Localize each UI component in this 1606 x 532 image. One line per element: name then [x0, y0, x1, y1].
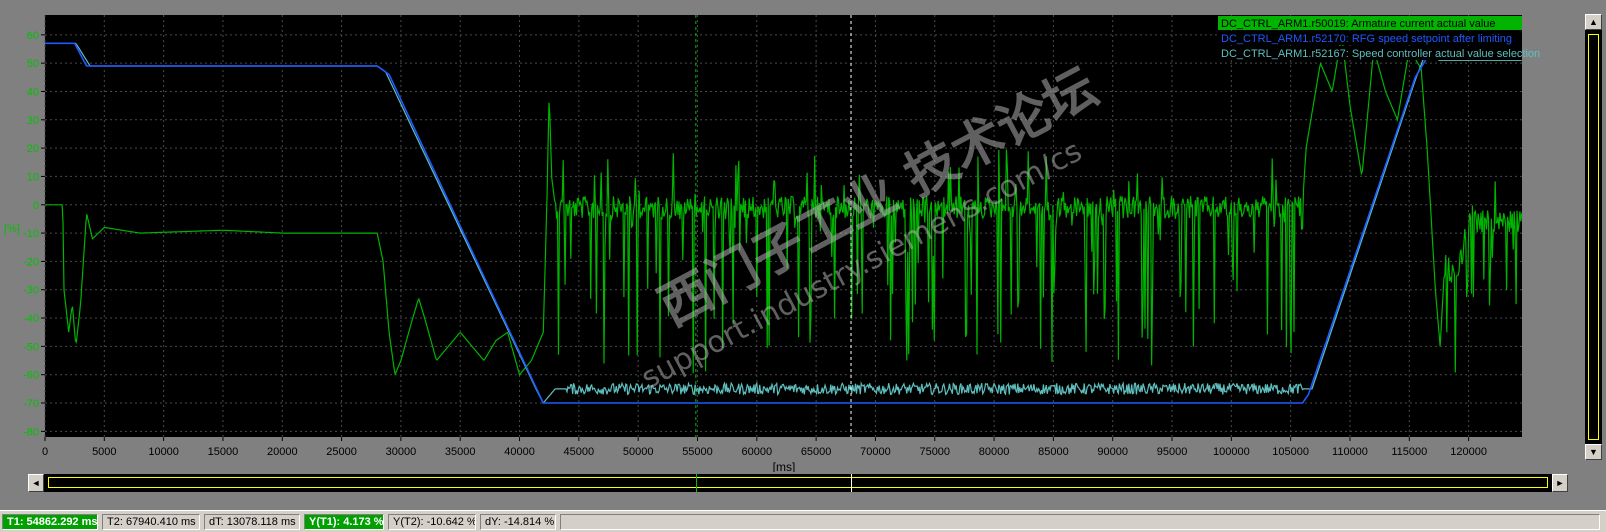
- trace-plot[interactable]: 60 50 40 30 20 10 0 -10 -20 -30 -40 -50 -60 -70 -80 0 5…: [0, 0, 1606, 472]
- x-tick-label: 50000: [623, 446, 654, 458]
- x-tick-label: 60000: [742, 446, 773, 458]
- x-tick-label: 110000: [1332, 446, 1368, 458]
- scroll-left-button[interactable]: ◄: [28, 474, 44, 492]
- x-tick-label: 70000: [860, 446, 891, 458]
- y-t1-readout: Y(T1): 4.173 %: [304, 514, 384, 530]
- x-tick-label: 55000: [682, 446, 713, 458]
- y-tick-label: -50: [23, 341, 39, 353]
- y-tick-label: -10: [23, 228, 39, 240]
- trace-window: 60 50 40 30 20 10 0 -10 -20 -30 -40 -50 -60 -70 -80 0 5…: [0, 0, 1606, 494]
- y-tick-label: -60: [23, 370, 39, 382]
- y-axis: 60 50 40 30 20 10 0 -10 -20 -30 -40 -50 -60 -70 -80: [23, 30, 45, 438]
- y-tick-label: 50: [27, 58, 39, 70]
- y-tick-label: -70: [23, 398, 39, 410]
- x-tick-label: 5000: [92, 446, 116, 458]
- left-arrow-icon: ◄: [31, 478, 41, 488]
- down-arrow-icon: ▼: [1589, 447, 1598, 457]
- y-tick-label: 60: [27, 30, 39, 42]
- vertical-scroll-thumb[interactable]: [1588, 34, 1599, 440]
- x-tick-label: 20000: [267, 446, 298, 458]
- x-axis-label: [ms]: [773, 460, 796, 472]
- scroll-down-button[interactable]: ▼: [1585, 444, 1602, 460]
- legend-entry: DC_CTRL_ARM1.r50019: Armature current ac…: [1221, 18, 1496, 30]
- y-tick-label: 30: [27, 115, 39, 127]
- x-tick-label: 25000: [326, 446, 357, 458]
- y-tick-label: 20: [27, 143, 39, 155]
- x-tick-label: 100000: [1213, 446, 1250, 458]
- dy-readout: dY: -14.814 %: [480, 514, 556, 530]
- x-tick-label: 35000: [445, 446, 476, 458]
- y-tick-label: -30: [23, 285, 39, 297]
- x-tick-label: 75000: [919, 446, 950, 458]
- y-tick-label: -40: [23, 313, 39, 325]
- x-tick-label: 45000: [564, 446, 595, 458]
- dt-readout: dT: 13078.118 ms: [204, 514, 300, 530]
- legend: DC_CTRL_ARM1.r50019: Armature current ac…: [1218, 16, 1540, 60]
- y-axis-label: [%]: [4, 223, 20, 235]
- vertical-scrollbar[interactable]: ▲ ▼: [1585, 14, 1602, 460]
- horizontal-scroll-thumb[interactable]: [48, 477, 1548, 488]
- up-arrow-icon: ▲: [1589, 17, 1598, 27]
- right-arrow-icon: ►: [1555, 478, 1565, 488]
- y-tick-label: -80: [23, 426, 39, 438]
- x-tick-label: 15000: [208, 446, 239, 458]
- x-tick-label: 0: [42, 446, 48, 458]
- legend-entry: DC_CTRL_ARM1.r52170: RFG speed setpoint …: [1221, 33, 1512, 45]
- x-tick-label: 10000: [148, 446, 179, 458]
- x-tick-label: 30000: [386, 446, 417, 458]
- legend-entry: DC_CTRL_ARM1.r52167: Speed controller ac…: [1221, 48, 1540, 60]
- scroll-right-button[interactable]: ►: [1552, 474, 1568, 492]
- x-tick-label: 105000: [1272, 446, 1309, 458]
- y-t2-readout: Y(T2): -10.642 %: [388, 514, 476, 530]
- x-tick-label: 120000: [1450, 446, 1487, 458]
- status-spacer: [560, 514, 1600, 530]
- status-bar: T1: 54862.292 ms T2: 67940.410 ms dT: 13…: [0, 510, 1606, 532]
- t1-readout: T1: 54862.292 ms: [2, 514, 98, 530]
- scroll-up-button[interactable]: ▲: [1585, 14, 1602, 30]
- x-tick-label: 85000: [1038, 446, 1069, 458]
- y-tick-label: 10: [27, 171, 39, 183]
- x-tick-label: 65000: [801, 446, 832, 458]
- x-axis: 0 5000 10000 15000 20000 25000 30000 35000 40000…: [42, 437, 1487, 458]
- t2-readout: T2: 67940.410 ms: [102, 514, 200, 530]
- x-tick-label: 80000: [979, 446, 1010, 458]
- y-tick-label: -20: [23, 256, 39, 268]
- x-tick-label: 95000: [1157, 446, 1188, 458]
- y-tick-label: 0: [33, 200, 39, 212]
- x-tick-label: 40000: [504, 446, 535, 458]
- horizontal-scrollbar[interactable]: ◄ ►: [28, 474, 1568, 492]
- cursor-t1-marker: [696, 474, 697, 492]
- y-tick-label: 40: [27, 86, 39, 98]
- x-tick-label: 115000: [1391, 446, 1427, 458]
- x-tick-label: 90000: [1097, 446, 1128, 458]
- cursor-t2-marker: [851, 474, 852, 492]
